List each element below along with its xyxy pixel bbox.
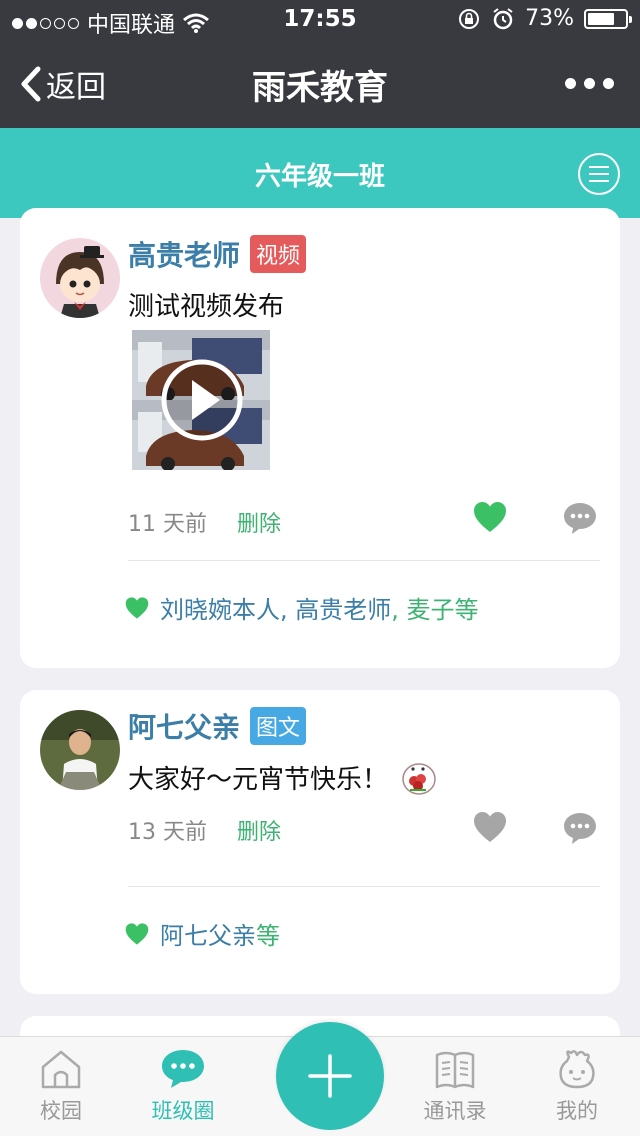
post-author[interactable]: 高贵老师 视频 (128, 234, 307, 274)
heart-icon (474, 502, 506, 532)
hamburger-menu-icon[interactable] (578, 153, 620, 195)
battery-icon (584, 8, 632, 29)
post-meta: 13 天前 删除 (128, 814, 281, 846)
tab-contacts[interactable]: 通讯录 (400, 1047, 510, 1125)
chat-bubble-icon (162, 1050, 204, 1088)
avatar[interactable] (40, 238, 120, 318)
class-header: 六年级一班 (0, 128, 640, 218)
comment-button[interactable] (562, 500, 598, 540)
status-bar: 中国联通 17:55 73% (0, 0, 640, 40)
post-meta: 11 天前 删除 (128, 506, 281, 538)
play-icon (161, 359, 243, 441)
like-button[interactable] (472, 810, 508, 848)
battery-percent: 73% (525, 6, 574, 31)
tab-label: 校园 (40, 1099, 82, 1123)
divider (128, 886, 600, 887)
divider (128, 560, 600, 561)
post-text-content: 测试视频发布 (128, 292, 285, 322)
page-title: 雨禾教育 (252, 68, 388, 108)
tab-label: 班级圈 (151, 1099, 215, 1123)
add-post-button[interactable] (276, 1022, 384, 1130)
post-card: 高贵老师 视频 测试视频发布 11 天前 删除 刘晓婉本人, 高贵老师, 麦子等 (20, 208, 620, 668)
type-badge: 视频 (250, 235, 307, 273)
tab-label: 我的 (556, 1099, 598, 1123)
heart-icon (125, 596, 149, 619)
liker-names[interactable]: 阿七父亲 (160, 922, 256, 950)
comment-icon (564, 813, 596, 844)
class-title: 六年级一班 (254, 162, 385, 192)
tab-campus[interactable]: 校园 (6, 1047, 116, 1125)
rotation-lock-icon (459, 8, 480, 29)
likers-list: 刘晓婉本人, 高贵老师, 麦子等 (124, 590, 479, 625)
type-badge: 图文 (250, 707, 307, 745)
likers-suffix: , 麦子等 (391, 596, 479, 624)
comment-button[interactable] (562, 810, 598, 850)
delete-link[interactable]: 删除 (237, 814, 281, 846)
sticker-icon (402, 763, 436, 795)
tab-me[interactable]: 我的 (522, 1047, 632, 1125)
book-icon (435, 1051, 475, 1089)
profile-icon (559, 1050, 595, 1089)
more-options-button[interactable] (565, 78, 614, 89)
avatar[interactable] (40, 710, 120, 790)
nav-bar: 返回 雨禾教育 (0, 40, 640, 128)
author-name: 高贵老师 (128, 239, 241, 272)
like-button[interactable] (472, 500, 508, 538)
likers-list: 阿七父亲等 (124, 916, 280, 951)
alarm-icon (493, 7, 513, 29)
post-text: 测试视频发布 (128, 286, 284, 323)
house-icon (41, 1050, 81, 1089)
delete-link[interactable]: 删除 (237, 506, 281, 538)
plus-icon (308, 1054, 352, 1098)
liker-names[interactable]: 刘晓婉本人, 高贵老师 (160, 596, 391, 624)
tab-label: 通讯录 (423, 1099, 487, 1123)
post-time: 11 天前 (128, 512, 207, 537)
heart-icon (125, 922, 149, 945)
video-thumbnail[interactable] (132, 330, 270, 470)
post-text-content: 大家好～元宵节快乐！ (128, 764, 389, 795)
post-text: 大家好～元宵节快乐！ (128, 758, 438, 796)
comment-icon (564, 503, 596, 534)
author-name: 阿七父亲 (128, 711, 241, 744)
heart-icon (474, 812, 506, 842)
tab-class-circle[interactable]: 班级圈 (128, 1047, 238, 1125)
post-author[interactable]: 阿七父亲 图文 (128, 706, 307, 746)
post-time: 13 天前 (128, 820, 207, 845)
post-card: 阿七父亲 图文 大家好～元宵节快乐！ 13 天前 删除 阿七父亲等 (20, 690, 620, 994)
likers-suffix: 等 (256, 922, 280, 950)
